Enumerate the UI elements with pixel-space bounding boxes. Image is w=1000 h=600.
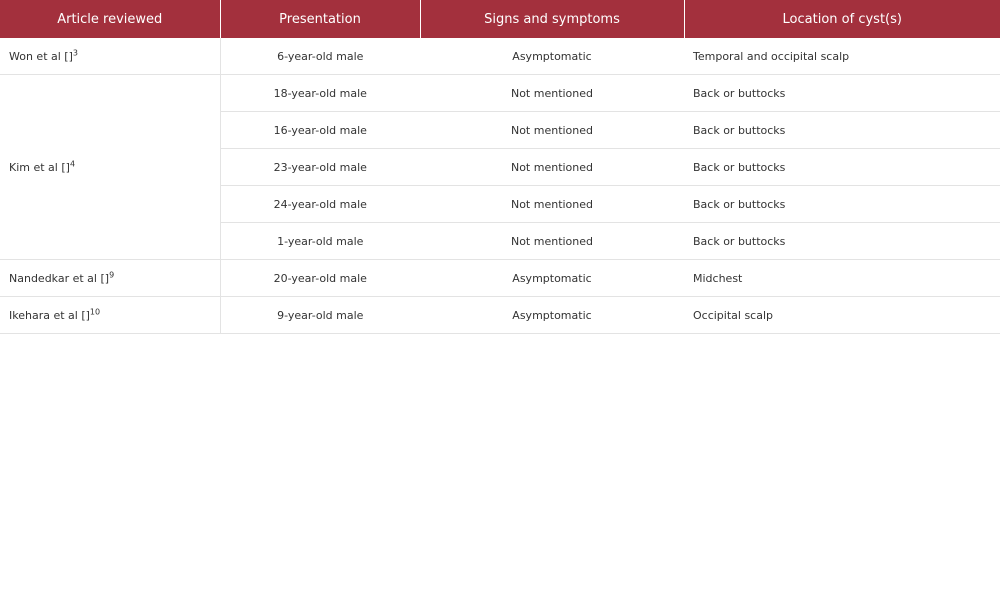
location-cell: Temporal and occipital scalp (684, 38, 1000, 75)
location-cell: Back or buttocks (684, 111, 1000, 149)
presentation-cell: 24-year-old male (220, 185, 420, 223)
presentation-cell: 9-year-old male (220, 296, 420, 334)
presentation-cell: 6-year-old male (220, 38, 420, 75)
location-cell: Back or buttocks (684, 222, 1000, 260)
header-presentation: Presentation (220, 0, 421, 38)
signs-cell: Not mentioned (420, 148, 684, 186)
presentation-cell: 20-year-old male (220, 259, 420, 297)
signs-cell: Not mentioned (420, 74, 684, 112)
signs-cell: Not mentioned (420, 222, 684, 260)
location-cell: Occipital scalp (684, 296, 1000, 334)
article-cell: Won et al []3 (0, 38, 221, 75)
article-name: Won et al [] (9, 49, 73, 63)
table-row: Won et al []3 6-year-old male Asymptomatic… (0, 38, 1000, 75)
signs-cell: Asymptomatic (420, 296, 684, 334)
presentation-cell: 23-year-old male (220, 148, 420, 186)
table-body: Won et al []3 6-year-old male Asymptomatic… (0, 38, 1000, 334)
article-name: Nandedkar et al [] (9, 271, 110, 285)
header-signs-and-symptoms: Signs and symptoms (420, 0, 685, 38)
article-name: Ikehara et al [] (9, 308, 90, 322)
header-location-of-cysts: Location of cyst(s) (684, 0, 1000, 38)
reference-number: 10 (89, 306, 101, 316)
case-review-table: Article reviewed Presentation Signs and … (0, 0, 1000, 334)
table-row: Kim et al []4 18-year-old male Not mention… (0, 74, 1000, 260)
reference-number: 9 (109, 269, 115, 279)
table-row: Nandedkar et al []9 20-year-old male Asymp… (0, 259, 1000, 297)
reference-number: 3 (72, 47, 78, 57)
location-cell: Back or buttocks (684, 148, 1000, 186)
location-cell: Back or buttocks (684, 185, 1000, 223)
table-row: Ikehara et al []10 9-year-old male Asympto… (0, 296, 1000, 334)
location-cell: Back or buttocks (684, 74, 1000, 112)
article-cell: Ikehara et al []10 (0, 296, 221, 334)
article-cell: Nandedkar et al []9 (0, 259, 221, 297)
table-header-row: Article reviewed Presentation Signs and … (0, 0, 1000, 38)
header-article-reviewed: Article reviewed (0, 0, 221, 38)
signs-cell: Asymptomatic (420, 259, 684, 297)
presentation-cell: 1-year-old male (220, 222, 420, 260)
article-name: Kim et al [] (9, 160, 70, 174)
reference-number: 4 (69, 158, 76, 168)
presentation-cell: 18-year-old male (220, 74, 420, 112)
presentation-cell: 16-year-old male (220, 111, 420, 149)
signs-cell: Asymptomatic (420, 38, 684, 75)
signs-cell: Not mentioned (420, 185, 684, 223)
signs-cell: Not mentioned (420, 111, 684, 149)
location-cell: Midchest (684, 259, 1000, 297)
article-cell: Kim et al []4 (0, 74, 221, 260)
